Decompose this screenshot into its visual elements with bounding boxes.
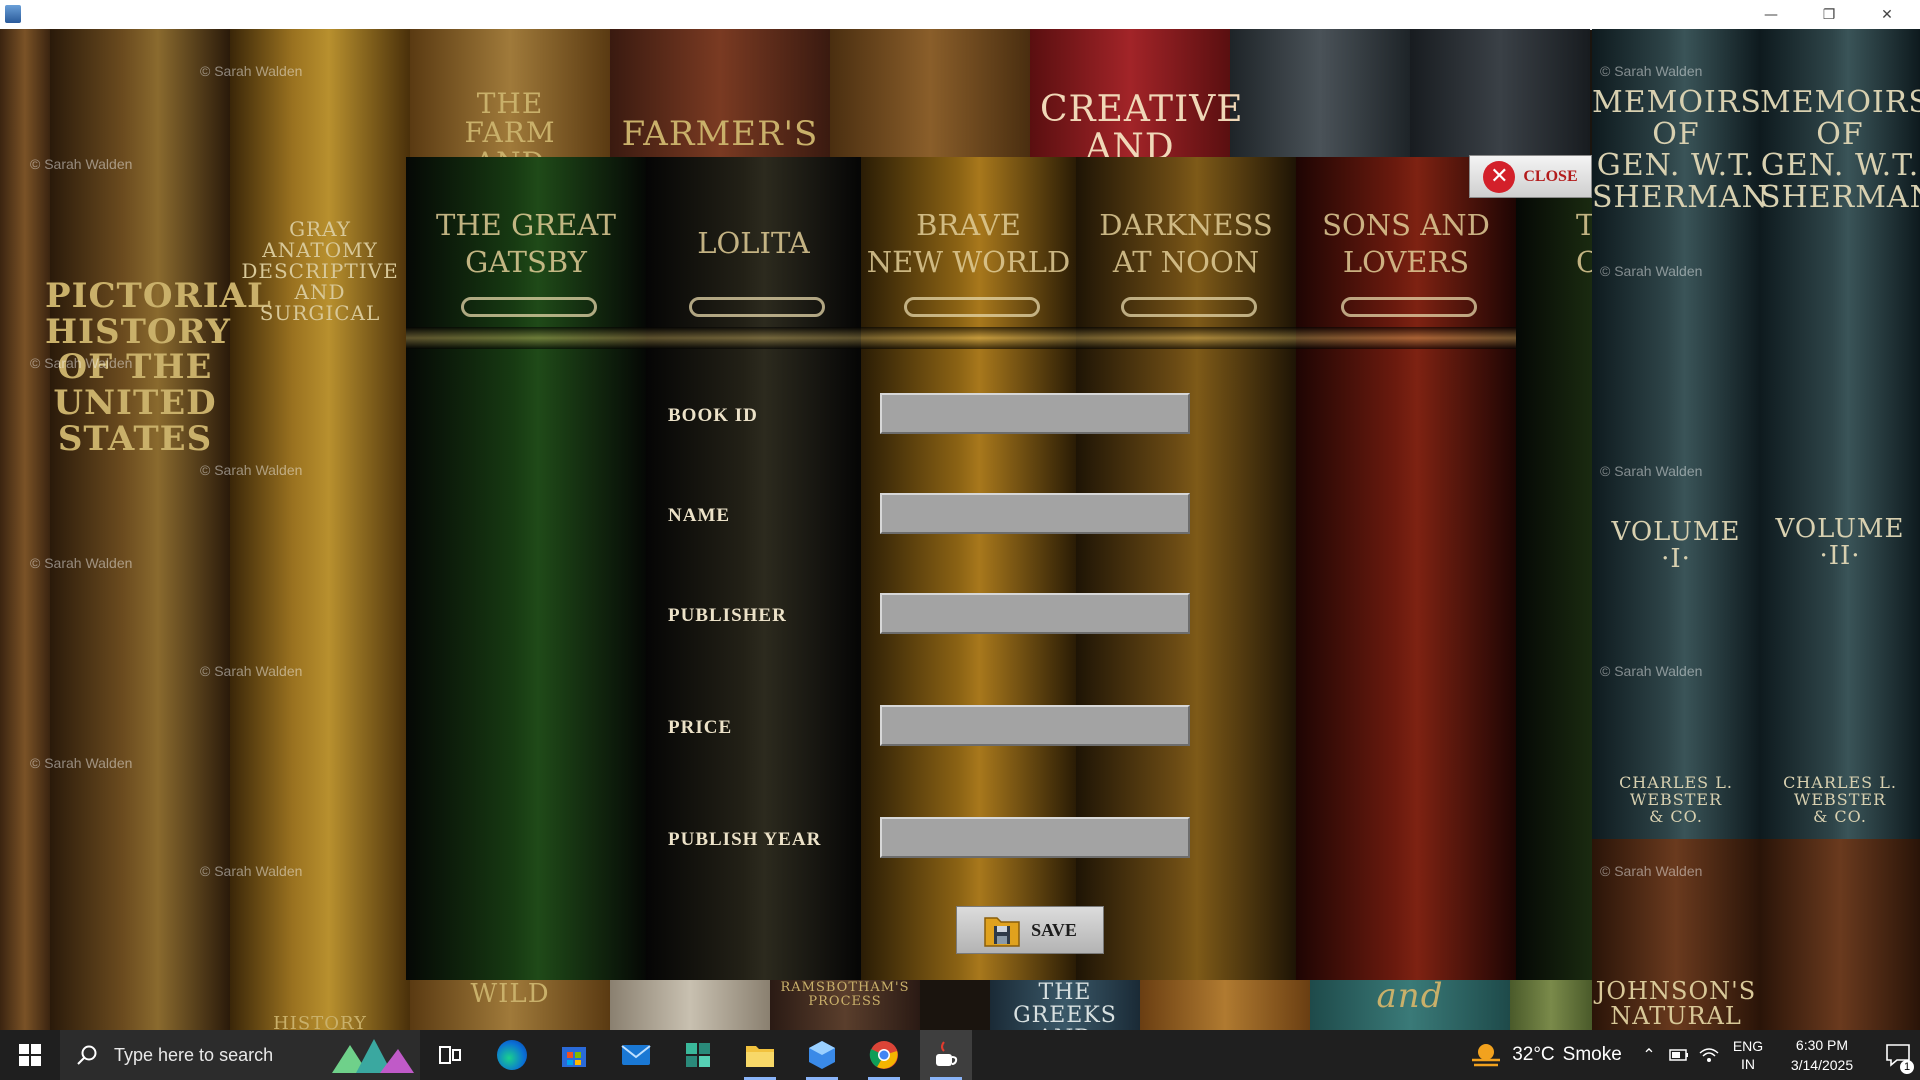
app-grid-icon[interactable]: [672, 1030, 724, 1080]
spine-title: MEMOIRS OF GEN. W.T. SHERMAN: [1760, 85, 1920, 215]
watermark: © Sarah Walden: [30, 355, 133, 371]
spine-title: HISTORY: [273, 1013, 367, 1030]
spine-title: VOLUME ·I·: [1611, 517, 1741, 575]
spine-title: MEMOIRS OF GEN. W.T. SHERMAN: [1592, 85, 1769, 215]
book-id-input[interactable]: [880, 393, 1190, 434]
taskbar: Type here to search 32°C Smoke ⌃ ENG IN …: [0, 1030, 1920, 1080]
weather-haze-icon: [1472, 1044, 1501, 1067]
watermark: © Sarah Walden: [30, 755, 133, 771]
spine-title: CHARLES L. WEBSTER & CO.: [1783, 773, 1897, 826]
save-button[interactable]: SAVE: [956, 906, 1104, 954]
publish-year-label: PUBLISH YEAR: [668, 829, 822, 850]
chrome-icon[interactable]: [858, 1030, 910, 1080]
spine-title: THE GREEKS AND: [1013, 980, 1117, 1030]
windows-logo-icon: [19, 1044, 41, 1066]
close-icon: ✕: [1483, 160, 1516, 193]
search-icon: [77, 1045, 97, 1065]
watermark: © Sarah Walden: [30, 156, 133, 172]
spine-title: GRAY ANATOMY DESCRIPTIVE AND SURGICAL: [241, 217, 399, 325]
name-label: NAME: [668, 505, 731, 526]
spine-title: VOLUME ·II·: [1775, 514, 1905, 572]
spine-title: CREATIVE AND: [1040, 89, 1244, 168]
language-indicator[interactable]: ENG IN: [1728, 1030, 1768, 1080]
book-spine-title: THE GREAT GATSBY: [436, 208, 616, 279]
spine-title: JOHNSON'S NATURAL: [1595, 977, 1757, 1030]
book-spine-title: SONS AND LOVERS: [1322, 208, 1490, 279]
notification-center-button[interactable]: 1: [1876, 1030, 1920, 1080]
window-titlebar: — ❐ ✕: [0, 0, 1920, 30]
notification-badge: 1: [1900, 1060, 1914, 1074]
battery-icon[interactable]: [1666, 1030, 1692, 1080]
price-label: PRICE: [668, 717, 733, 738]
save-folder-icon: [984, 917, 1020, 947]
task-view-icon[interactable]: [424, 1030, 476, 1080]
language-code: ENG: [1732, 1038, 1764, 1054]
spine-title: and: [1376, 976, 1444, 1016]
weather-widget[interactable]: 32°C Smoke: [1466, 1030, 1626, 1080]
price-input[interactable]: [880, 705, 1190, 746]
spine-title: RAMSBOTHAM'S PROCESS: [780, 980, 910, 1009]
search-placeholder: Type here to search: [114, 1044, 274, 1065]
clock-date: 3/14/2025: [1790, 1057, 1854, 1073]
weather-temperature: 32°C: [1512, 1044, 1555, 1065]
restore-button[interactable]: ❐: [1800, 0, 1858, 29]
watermark: © Sarah Walden: [200, 462, 303, 478]
book-spine-title: BRAVE NEW WORLD: [866, 208, 1071, 279]
watermark: © Sarah Walden: [1600, 663, 1703, 679]
watermark: © Sarah Walden: [1600, 863, 1703, 879]
chevron-up-icon[interactable]: ⌃: [1636, 1030, 1662, 1080]
watermark: © Sarah Walden: [1600, 463, 1703, 479]
store-icon[interactable]: [548, 1030, 600, 1080]
book-id-label: BOOK ID: [668, 405, 758, 426]
language-region: IN: [1741, 1056, 1755, 1072]
book-spine-title: DARKNESS AT NOON: [1099, 208, 1273, 279]
spine-title: CHARLES L. WEBSTER & CO.: [1619, 773, 1733, 826]
mail-icon[interactable]: [610, 1030, 662, 1080]
close-label: CLOSE: [1523, 167, 1578, 185]
watermark: © Sarah Walden: [200, 663, 303, 679]
clock[interactable]: 6:30 PM 3/14/2025: [1772, 1030, 1872, 1080]
start-button[interactable]: [0, 1030, 60, 1080]
cube-app-icon[interactable]: [796, 1030, 848, 1080]
file-explorer-icon[interactable]: [734, 1030, 786, 1080]
publisher-label: PUBLISHER: [668, 605, 787, 626]
search-highlight-icon: [332, 1039, 414, 1073]
watermark: © Sarah Walden: [30, 555, 133, 571]
spine-title: WILD: [470, 979, 550, 1009]
java-icon[interactable]: [920, 1030, 972, 1080]
edge-icon[interactable]: [486, 1030, 538, 1080]
window-close-button[interactable]: ✕: [1858, 0, 1916, 29]
save-label: SAVE: [1031, 919, 1077, 940]
weather-condition: Smoke: [1562, 1044, 1622, 1065]
spine-title: FARMER'S: [621, 114, 819, 154]
book-spine-title: LOLITA: [697, 226, 810, 260]
watermark: © Sarah Walden: [200, 863, 303, 879]
close-button[interactable]: ✕ CLOSE: [1469, 155, 1592, 198]
watermark: © Sarah Walden: [1600, 63, 1703, 79]
watermark: © Sarah Walden: [1600, 263, 1703, 279]
wifi-icon[interactable]: [1696, 1030, 1722, 1080]
publisher-input[interactable]: [880, 593, 1190, 634]
book-spine-title: TI C: [1576, 208, 1592, 279]
minimize-button[interactable]: —: [1742, 0, 1800, 29]
publish-year-input[interactable]: [880, 817, 1190, 858]
java-app-icon: [5, 5, 21, 23]
taskbar-search-box[interactable]: Type here to search: [60, 1030, 420, 1080]
watermark: © Sarah Walden: [200, 63, 303, 79]
clock-time: 6:30 PM: [1795, 1037, 1849, 1053]
name-input[interactable]: [880, 493, 1190, 534]
